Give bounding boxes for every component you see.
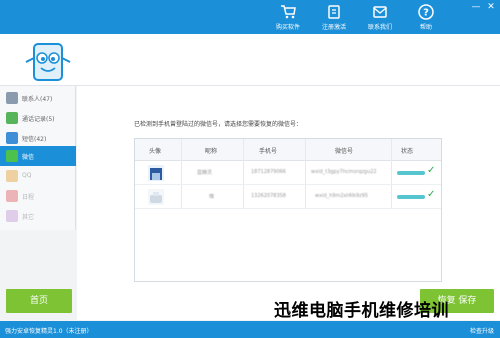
sidebar-item-label: 其它	[22, 214, 35, 221]
contact-us-button[interactable]: 联系我们	[358, 2, 402, 32]
header-area	[0, 34, 500, 86]
help-icon: ?	[418, 4, 434, 20]
recovery-progress-bar	[397, 195, 425, 199]
header-phone: 手机号	[259, 148, 278, 155]
phone-icon	[6, 112, 18, 124]
sidebar-item-calendar[interactable]: 日程	[0, 186, 76, 206]
sidebar: 联系人(47) 通话记录(5) 短信(42) 微信 QQ 日程 其它	[0, 86, 76, 230]
wechat-account-table: 头像 昵称 手机号 微信号 状态 蓝精灵 18712879066 wxid_t3…	[134, 138, 442, 282]
sidebar-item-label: 微信	[22, 154, 35, 161]
wechat-id-cell: wxid_t3gpy7hcmsrqzgu22	[311, 169, 377, 175]
sidebar-item-label: QQ	[22, 172, 32, 179]
watermark-text: 迅维电脑手机维修培训	[274, 301, 449, 321]
nickname-cell: 蓝精灵	[197, 170, 213, 176]
title-bar: 购买软件 注册激活 联系我们 ? 帮助 — ✕	[0, 0, 500, 34]
app-logo	[25, 43, 71, 81]
sidebar-item-label: 短信(42)	[22, 136, 47, 143]
sidebar-item-call-log[interactable]: 通话记录(5)	[0, 108, 76, 128]
wechat-icon	[6, 150, 18, 162]
help-label: 帮助	[419, 24, 432, 31]
key-icon	[328, 5, 340, 19]
buy-software-button[interactable]: 购买软件	[266, 2, 310, 32]
close-button[interactable]: ✕	[485, 2, 497, 12]
recovery-progress-bar	[397, 171, 425, 175]
header-avatar: 头像	[149, 148, 162, 155]
wechat-id-cell: wxid_h9m2xt4lk9z95	[315, 193, 369, 199]
phone-cell: 13262078358	[251, 193, 286, 199]
avatar	[148, 165, 164, 181]
avatar	[148, 189, 164, 205]
check-icon: ✓	[427, 189, 436, 200]
header-status: 状态	[401, 148, 414, 155]
status-bar: 强力安卓恢复精灵1.0（未注册） 检查升级	[0, 321, 500, 338]
nickname-cell: 噢	[209, 194, 215, 200]
sidebar-item-contacts[interactable]: 联系人(47)	[0, 88, 76, 108]
sidebar-item-label: 联系人(47)	[22, 96, 53, 103]
sidebar-item-other[interactable]: 其它	[0, 206, 76, 226]
sidebar-item-sms[interactable]: 短信(42)	[0, 128, 76, 148]
register-activate-button[interactable]: 注册激活	[312, 2, 356, 32]
buy-software-label: 购买软件	[275, 24, 300, 31]
sidebar-item-wechat[interactable]: 微信	[0, 146, 76, 166]
contacts-icon	[6, 92, 18, 104]
register-activate-label: 注册激活	[321, 24, 346, 31]
sidebar-item-label: 通话记录(5)	[22, 116, 55, 123]
header-nickname: 昵称	[205, 148, 218, 155]
check-icon: ✓	[427, 165, 436, 176]
sidebar-item-qq[interactable]: QQ	[0, 166, 76, 186]
contact-us-label: 联系我们	[367, 24, 392, 31]
table-row[interactable]: 蓝精灵 18712879066 wxid_t3gpy7hcmsrqzgu22 ✓	[135, 161, 441, 185]
header-wechat-id: 微信号	[335, 148, 354, 155]
calendar-icon	[6, 190, 18, 202]
home-button[interactable]: 首页	[6, 289, 72, 313]
instruction-text: 已检测到手机曾登陆过的微信号，请选择您需要恢复的微信号：	[134, 121, 303, 128]
sms-icon	[6, 132, 18, 144]
svg-text:?: ?	[423, 8, 429, 19]
table-row[interactable]: 噢 13262078358 wxid_h9m2xt4lk9z95 ✓	[135, 185, 441, 209]
phone-cell: 18712879066	[251, 169, 286, 175]
app-version-text: 强力安卓恢复精灵1.0（未注册）	[5, 328, 93, 335]
minimize-button[interactable]: —	[470, 2, 482, 12]
contact-icon	[373, 6, 387, 18]
cart-icon	[281, 5, 296, 19]
qq-icon	[6, 170, 18, 182]
sidebar-item-label: 日程	[22, 194, 35, 201]
help-button[interactable]: ? 帮助	[404, 2, 448, 32]
apps-icon	[6, 210, 18, 222]
check-update-link[interactable]: 检查升级	[470, 326, 494, 335]
